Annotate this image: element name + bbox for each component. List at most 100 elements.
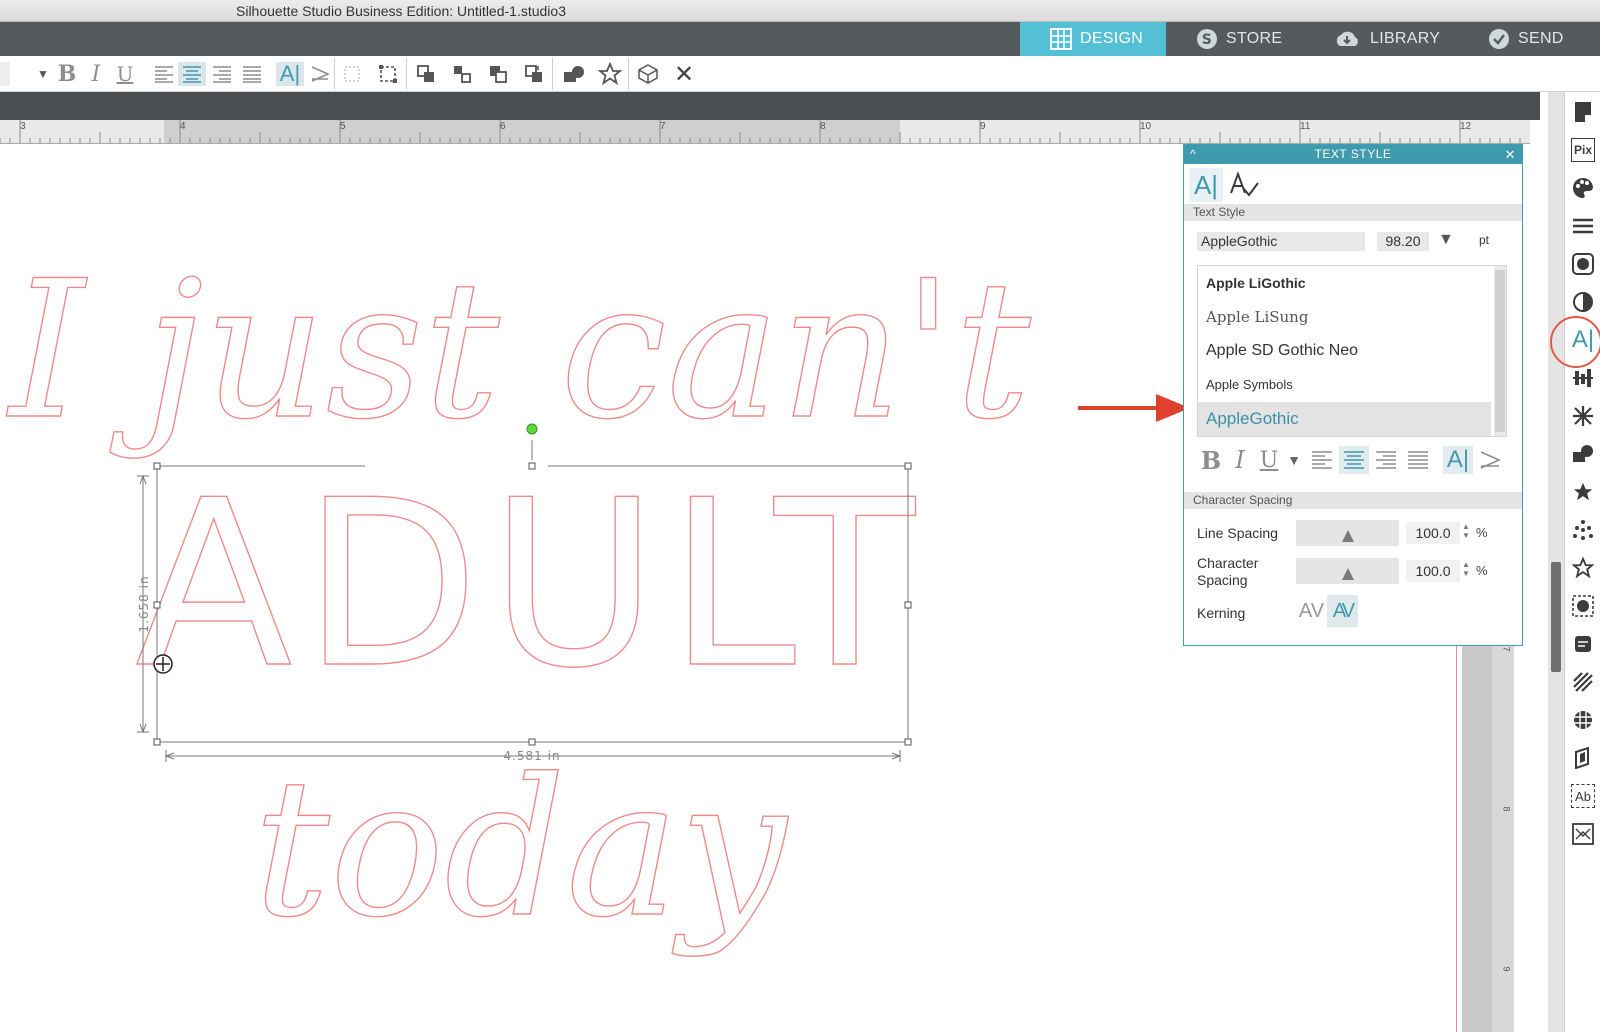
ruler-label: 5	[340, 121, 346, 132]
page-setup-icon[interactable]	[1571, 100, 1595, 124]
font-list-item[interactable]: Apple LiSung	[1198, 300, 1491, 334]
kerning-off-option[interactable]: AV	[1296, 595, 1327, 627]
align-right-icon[interactable]	[210, 62, 234, 86]
chevron-down-icon[interactable]: ▼	[1285, 446, 1303, 474]
font-list-item[interactable]: Apple Symbols	[1198, 368, 1491, 402]
font-list-item[interactable]: Apple SD Gothic Neo	[1198, 334, 1491, 368]
font-list[interactable]: Apple LiGothic Apple LiSung Apple SD Got…	[1197, 265, 1507, 437]
underline-icon[interactable]: U	[1255, 446, 1283, 474]
library-book-icon[interactable]	[1571, 746, 1595, 770]
tab-text-style[interactable]: A|	[1189, 168, 1223, 202]
3d-box-icon[interactable]	[634, 62, 662, 86]
align-left-icon[interactable]	[152, 62, 176, 86]
bring-forward-icon[interactable]	[450, 62, 474, 86]
right-panel-sidebar: Pix A| Ab	[1564, 92, 1600, 1032]
sketch-icon[interactable]	[1571, 632, 1595, 656]
align-center-icon[interactable]	[178, 62, 206, 86]
tab-store[interactable]: S STORE	[1166, 22, 1312, 56]
stepper-arrows-icon[interactable]: ▲ ▼	[1462, 560, 1470, 578]
tab-design[interactable]: DESIGN	[1020, 22, 1166, 56]
send-to-back-icon[interactable]	[522, 62, 546, 86]
palette-icon[interactable]	[1571, 176, 1595, 200]
line-style-icon[interactable]	[1571, 214, 1595, 238]
nesting-icon[interactable]	[1571, 708, 1595, 732]
stepper-arrows-icon[interactable]: ▲ ▼	[1462, 522, 1470, 540]
align-justify-icon[interactable]	[240, 62, 264, 86]
text-horizontal-icon[interactable]: A|	[276, 61, 304, 86]
char-spacing-value[interactable]: 100.0	[1406, 560, 1460, 582]
chevron-down-icon[interactable]: ▼	[1438, 231, 1454, 249]
tab-library[interactable]: LIBRARY	[1312, 22, 1458, 56]
group-icon[interactable]	[340, 62, 364, 86]
bold-icon[interactable]: B	[56, 61, 78, 87]
pixscan-icon[interactable]: Pix	[1571, 138, 1595, 162]
ungroup-icon[interactable]	[376, 62, 400, 86]
collapse-caret-icon[interactable]: ^	[1190, 145, 1196, 164]
italic-icon[interactable]: I	[86, 62, 106, 87]
canvas-scrollbar[interactable]	[1548, 92, 1564, 1032]
bold-icon[interactable]: B	[1197, 446, 1225, 475]
replicate-shapes-icon[interactable]	[560, 62, 588, 86]
chevron-down-icon[interactable]: ▼	[36, 62, 50, 86]
font-list-item-selected[interactable]: AppleGothic	[1198, 402, 1491, 436]
fill-pattern-icon[interactable]	[1571, 252, 1595, 276]
gradient-contrast-icon[interactable]	[1571, 290, 1595, 314]
align-center-icon[interactable]	[1339, 446, 1369, 474]
slider-knob[interactable]	[1342, 530, 1354, 542]
vruler-label: 9	[1501, 966, 1512, 972]
close-x-icon[interactable]: ✕	[672, 61, 696, 88]
kerning-on-option[interactable]: AV	[1327, 595, 1358, 627]
text-line-2-adult[interactable]: ADULT	[134, 451, 925, 719]
kerning-label: Kerning	[1197, 605, 1246, 621]
italic-icon[interactable]: I	[1227, 446, 1253, 474]
dots-pattern-icon[interactable]	[1571, 518, 1595, 542]
line-spacing-value[interactable]: 100.0	[1406, 522, 1460, 544]
resize-handle[interactable]	[904, 462, 912, 470]
mode-nav-bar: DESIGN S STORE LIBRARY SEND	[0, 22, 1600, 56]
resize-handle[interactable]	[153, 738, 161, 746]
font-name-field[interactable]: AppleGothic	[1197, 232, 1365, 251]
star-outline-icon[interactable]	[1571, 556, 1595, 580]
transform-icon[interactable]	[1571, 404, 1595, 428]
align-bars-icon[interactable]	[1571, 366, 1595, 390]
star-icon[interactable]	[596, 62, 624, 86]
font-list-item[interactable]: Apple LiGothic	[1198, 266, 1491, 300]
print-cut-icon[interactable]	[1571, 822, 1595, 846]
close-icon[interactable]: ✕	[1505, 145, 1516, 164]
resize-handle[interactable]	[528, 738, 536, 746]
font-size-field[interactable]: 98.20	[1377, 232, 1429, 251]
trace-icon[interactable]	[1571, 594, 1595, 618]
scrollbar-thumb[interactable]	[1551, 562, 1561, 672]
star-filled-icon[interactable]	[1571, 480, 1595, 504]
resize-handle[interactable]	[153, 462, 161, 470]
text-line-1[interactable]: I just can't	[5, 239, 1032, 461]
text-on-path-icon[interactable]	[1475, 446, 1505, 474]
rotate-handle[interactable]	[526, 423, 538, 435]
resize-handle[interactable]	[153, 601, 161, 609]
resize-handle[interactable]	[528, 462, 536, 470]
font-dropdown-stub[interactable]	[0, 62, 10, 86]
text-on-path-icon[interactable]	[308, 62, 332, 86]
align-left-icon[interactable]	[1307, 446, 1337, 474]
text-to-path-icon[interactable]: Ab	[1571, 784, 1595, 808]
underline-icon[interactable]: U	[114, 62, 136, 86]
font-list-scrollbar[interactable]	[1494, 266, 1506, 436]
bring-to-front-icon[interactable]	[414, 62, 438, 86]
char-spacing-slider[interactable]	[1296, 558, 1399, 584]
slider-knob[interactable]	[1342, 568, 1354, 580]
align-right-icon[interactable]	[1371, 446, 1401, 474]
replicate-icon[interactable]	[1571, 442, 1595, 466]
text-horizontal-icon[interactable]: A|	[1443, 446, 1473, 474]
char-spacing-label-1: Character	[1197, 555, 1259, 571]
tab-text-spellcheck[interactable]	[1227, 168, 1261, 202]
tab-send[interactable]: SEND	[1458, 22, 1600, 56]
resize-handle[interactable]	[904, 601, 912, 609]
align-justify-icon[interactable]	[1403, 446, 1433, 474]
scrollbar-thumb[interactable]	[1495, 270, 1505, 432]
hatch-icon[interactable]	[1571, 670, 1595, 694]
resize-handle[interactable]	[904, 738, 912, 746]
send-backward-icon[interactable]	[486, 62, 510, 86]
line-spacing-slider[interactable]	[1296, 520, 1399, 546]
kerning-toggle[interactable]: AV AV	[1296, 595, 1358, 627]
text-line-3[interactable]: today	[253, 737, 790, 959]
